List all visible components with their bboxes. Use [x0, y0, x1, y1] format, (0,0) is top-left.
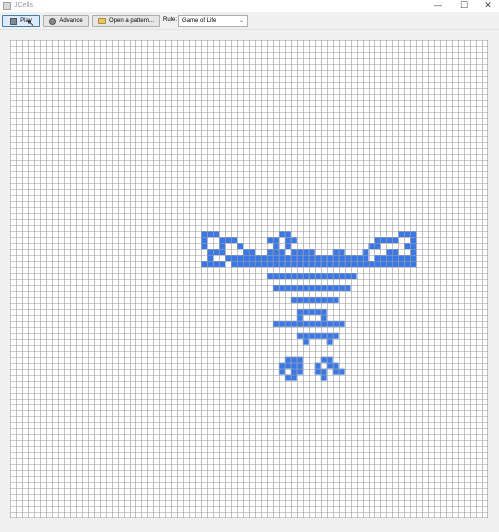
close-button[interactable]: ✕: [477, 0, 499, 12]
live-cell[interactable]: [266, 255, 273, 262]
live-cell[interactable]: [410, 261, 417, 268]
live-cell[interactable]: [404, 231, 411, 238]
live-cell[interactable]: [249, 249, 255, 256]
live-cell[interactable]: [392, 249, 399, 256]
live-cell[interactable]: [380, 261, 387, 268]
live-cell[interactable]: [213, 261, 220, 268]
live-cell[interactable]: [404, 255, 411, 262]
live-cell[interactable]: [410, 249, 417, 256]
play-icon: [10, 17, 18, 25]
live-cell[interactable]: [237, 261, 244, 268]
live-cell[interactable]: [254, 255, 261, 262]
open-pattern-button[interactable]: Open a pattern...: [92, 15, 160, 27]
live-cell[interactable]: [225, 237, 232, 244]
live-cell[interactable]: [219, 243, 226, 250]
live-cell[interactable]: [207, 261, 214, 268]
live-cell[interactable]: [237, 255, 244, 262]
live-cell[interactable]: [219, 237, 226, 244]
live-cell[interactable]: [386, 261, 393, 268]
title-bar: JCells — ☐ ✕: [0, 0, 499, 12]
live-cell[interactable]: [219, 249, 226, 256]
advance-icon: [49, 17, 57, 25]
live-cell[interactable]: [243, 249, 249, 256]
live-cell[interactable]: [392, 237, 399, 244]
live-cell[interactable]: [231, 255, 238, 262]
live-cell[interactable]: [374, 237, 381, 244]
open-pattern-button-label: Open a pattern...: [108, 18, 155, 24]
live-cell[interactable]: [260, 261, 267, 268]
mouse-cursor-icon: ↖: [27, 19, 35, 29]
rule-select[interactable]: Game of Life ⌄: [178, 15, 248, 27]
live-cell[interactable]: [207, 249, 214, 256]
live-cell[interactable]: [398, 255, 405, 262]
maximize-button[interactable]: ☐: [453, 0, 475, 12]
live-cell[interactable]: [213, 249, 220, 256]
live-cell[interactable]: [243, 255, 249, 262]
live-cell[interactable]: [266, 249, 273, 256]
live-cell[interactable]: [207, 255, 214, 262]
live-cell[interactable]: [392, 255, 399, 262]
rule-label: Rule:: [163, 17, 178, 23]
live-cell[interactable]: [207, 231, 214, 238]
live-cell[interactable]: [386, 255, 393, 262]
live-cell[interactable]: [386, 237, 393, 244]
live-cell[interactable]: [260, 255, 267, 262]
live-cell[interactable]: [201, 261, 208, 268]
cell-grid[interactable]: [10, 40, 488, 518]
live-cell[interactable]: [404, 243, 411, 250]
cell-grid-canvas[interactable]: [10, 40, 488, 518]
live-cell[interactable]: [386, 249, 393, 256]
rule-select-value: Game of Life: [182, 18, 217, 24]
live-cell[interactable]: [398, 261, 405, 268]
window-title: JCells: [14, 2, 34, 9]
live-cell[interactable]: [231, 261, 238, 268]
live-cell[interactable]: [380, 237, 387, 244]
live-cell[interactable]: [374, 261, 381, 268]
advance-button-label: Advance: [59, 18, 83, 24]
live-cell[interactable]: [410, 255, 417, 262]
live-cell[interactable]: [201, 243, 208, 250]
live-cell[interactable]: [237, 243, 244, 250]
live-cell[interactable]: [249, 255, 255, 262]
live-cell[interactable]: [219, 261, 226, 268]
advance-button[interactable]: Advance: [43, 15, 89, 27]
live-cell[interactable]: [266, 261, 273, 268]
live-cell[interactable]: [374, 255, 381, 262]
live-cell[interactable]: [374, 243, 381, 250]
live-cell[interactable]: [266, 237, 273, 244]
live-cell[interactable]: [392, 261, 399, 268]
folder-icon: [97, 18, 106, 24]
toolbar: Play Advance Open a pattern... Rule: Gam…: [0, 12, 499, 30]
live-cell[interactable]: [410, 243, 417, 250]
live-cell[interactable]: [398, 231, 405, 238]
live-cell[interactable]: [410, 231, 417, 238]
live-cell[interactable]: [249, 261, 255, 268]
live-cell[interactable]: [243, 261, 249, 268]
chevron-down-icon: ⌄: [238, 17, 244, 24]
live-cell[interactable]: [410, 237, 417, 244]
live-cell[interactable]: [201, 237, 208, 244]
live-cell[interactable]: [231, 237, 238, 244]
minimize-button[interactable]: —: [427, 0, 449, 12]
app-icon: [3, 2, 11, 10]
live-cell[interactable]: [201, 231, 208, 238]
live-cell[interactable]: [266, 273, 273, 279]
live-cell[interactable]: [225, 255, 232, 262]
live-cell[interactable]: [404, 261, 411, 268]
live-cell[interactable]: [380, 255, 387, 262]
live-cell[interactable]: [213, 231, 220, 238]
live-cell[interactable]: [254, 261, 261, 268]
